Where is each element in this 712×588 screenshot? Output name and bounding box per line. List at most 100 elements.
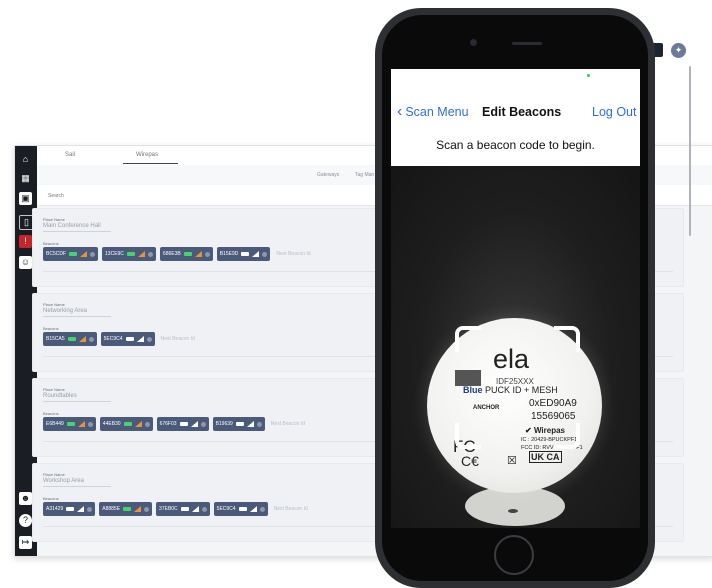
help-icon[interactable]: ? [19,514,32,527]
remove-beacon-icon[interactable] [204,251,210,257]
tab-wirepas[interactable]: Wirepas [136,152,158,158]
next-beacon-input[interactable]: Next Beacon Id [276,251,310,257]
image-icon[interactable]: ▣ [19,192,32,205]
signal-icon [77,421,85,427]
place-name-field[interactable]: Workshop Area [43,478,111,487]
status-indicator [587,74,590,77]
remove-beacon-icon[interactable] [259,506,265,512]
beacon-chip[interactable]: 5EC9C4 [213,502,268,516]
signal-icon [252,251,260,257]
back-button-label: Scan Menu [405,105,469,119]
next-beacon-input[interactable]: Next Beacon Id [274,506,308,512]
building-icon[interactable]: ▦ [19,172,32,185]
remove-beacon-icon[interactable] [200,421,206,427]
beacon-id: 13CE9C [105,251,124,257]
tab-gateways[interactable]: Gateways [317,172,339,178]
front-camera [470,39,477,46]
beacon-id: 676F03 [159,421,177,427]
user-admin-icon[interactable]: ☻ [19,492,32,505]
beacon-id: B15CA5 [46,336,65,342]
home-icon[interactable]: ⌂ [19,153,32,166]
beacons-label: Beacons [43,496,59,501]
tab-sail[interactable]: Sail [65,152,75,158]
back-button[interactable]: ‹ Scan Menu [397,104,469,120]
signal-icon [190,421,198,427]
remove-beacon-icon[interactable] [88,336,94,342]
nav-title: Edit Beacons [482,105,562,119]
remove-beacon-icon[interactable] [262,251,268,257]
place-name-field[interactable]: Networking Area [43,308,111,317]
beacon-chip[interactable]: 44EB30 [99,417,153,431]
beacon-id: A31429 [46,506,64,512]
beacon-chip[interactable]: 686E3B [159,247,213,261]
home-button[interactable] [494,535,534,575]
beacon-chip[interactable]: A31429 [43,502,96,516]
beacon-id: B15E9D [219,251,239,257]
signal-icon [137,251,145,257]
next-beacon-input[interactable]: Next Beacon Id [271,421,305,427]
beacon-id: 44EB30 [102,421,121,427]
collapse-button[interactable]: ✦ [671,43,686,58]
users-icon[interactable]: ☺ [19,256,32,269]
collapse-icon: ✦ [674,45,683,55]
scan-frame-corner [554,326,580,352]
battery-icon [66,507,75,511]
place-name-label: Place Name [43,472,65,477]
beacons-label: Beacons [43,326,59,331]
earpiece-speaker [512,42,542,45]
beacon-chip[interactable]: 5EC9C4 [100,332,155,346]
remove-beacon-icon[interactable] [144,506,150,512]
search-input[interactable]: Search [48,193,64,199]
beacon-id: A8885E [102,506,121,512]
remove-beacon-icon[interactable] [201,506,207,512]
beacon-chip[interactable]: A8885E [99,502,153,516]
ukca-mark: UK CA [529,451,562,463]
beacon-chip-list: E6B449 44EB30 676F03 B19639 Next Beacon Id [43,417,305,431]
signal-icon [80,251,88,257]
remove-beacon-icon[interactable] [146,336,152,342]
signal-icon [134,421,142,427]
next-beacon-input[interactable]: Next Beacon Id [161,336,195,342]
scan-frame-corner [455,326,481,352]
battery-icon [235,422,244,426]
puck-logo: ela [493,344,530,374]
beacon-id: BC5CDF [46,251,67,257]
beacon-chip[interactable]: B19639 [212,417,265,431]
beacon-chip[interactable]: B15E9D [216,247,271,261]
beacon-chip[interactable]: 37EB0C [156,502,210,516]
scrollbar[interactable] [689,66,691,236]
remove-beacon-icon[interactable] [90,251,96,257]
logout-icon[interactable]: ↦ [19,536,32,549]
place-name-field[interactable]: Main Conference Hall [43,223,111,232]
puck-device-id: 0xED90A9 [529,398,577,409]
beacon-id: 5EC9C4 [103,336,123,342]
place-name-field[interactable]: Roundtables [43,393,111,402]
remove-beacon-icon[interactable] [87,421,93,427]
puck-anchor: ANCHOR [473,405,500,411]
puck-sticker [455,370,481,386]
beacon-chip[interactable]: 676F03 [156,417,209,431]
beacon-chip[interactable]: 13CE9C [102,247,156,261]
remove-beacon-icon[interactable] [87,506,93,512]
alert-icon[interactable]: ! [19,235,32,248]
remove-beacon-icon[interactable] [256,421,262,427]
remove-beacon-icon[interactable] [147,251,153,257]
battery-icon [241,252,250,256]
beacon-id: E6B449 [46,421,64,427]
battery-icon [123,422,132,426]
camera-viewfinder[interactable]: ela IDF25XXX Blue PUCK ID + MESH ANCHOR … [391,166,640,528]
battery-icon [179,422,188,426]
remove-beacon-icon[interactable] [144,421,150,427]
beacons-label: Beacons [43,241,59,246]
tab-tag-management[interactable]: Tag Man [355,172,374,178]
signal-icon [134,506,142,512]
puck-blue-word: Blue [463,385,483,395]
beacon-chip[interactable]: B15CA5 [43,332,97,346]
place-name-label: Place Name [43,217,65,222]
puck-base-hole [508,509,518,513]
beacon-chip[interactable]: E6B449 [43,417,96,431]
logout-button[interactable]: Log Out [592,105,636,119]
ce-mark: C€ [461,453,479,469]
signal-icon [78,336,86,342]
beacon-chip[interactable]: BC5CDF [43,247,99,261]
